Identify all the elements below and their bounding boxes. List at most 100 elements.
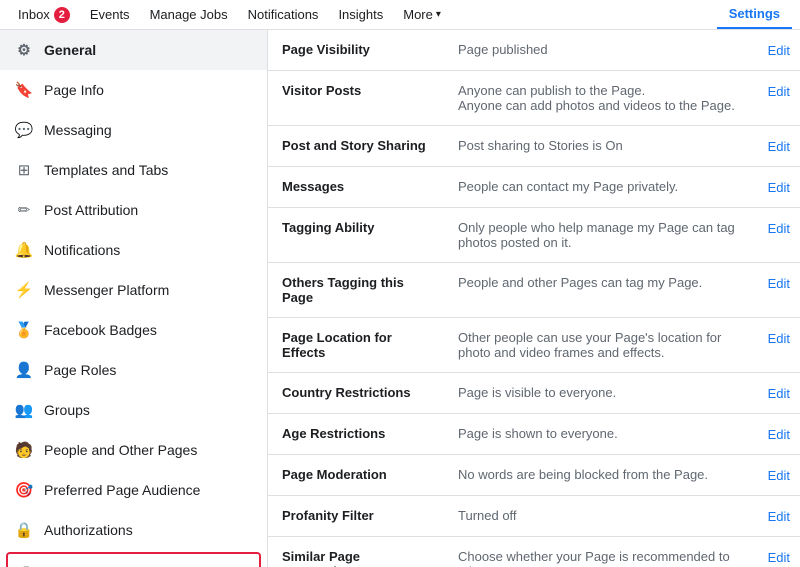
setting-label: Visitor Posts bbox=[268, 71, 448, 126]
sidebar-item-label: Page Info bbox=[44, 82, 104, 98]
notifications-icon: 🔔 bbox=[14, 240, 34, 260]
inbox-label: Inbox bbox=[18, 7, 50, 22]
notifications-label: Notifications bbox=[248, 7, 319, 22]
facebook-badges-icon: 🏅 bbox=[14, 320, 34, 340]
events-nav-item[interactable]: Events bbox=[80, 0, 140, 29]
edit-button[interactable]: Edit bbox=[768, 386, 790, 401]
sidebar-item-notifications[interactable]: 🔔 Notifications bbox=[0, 230, 267, 270]
edit-button[interactable]: Edit bbox=[768, 276, 790, 291]
messaging-icon: 💬 bbox=[14, 120, 34, 140]
manage-jobs-nav-item[interactable]: Manage Jobs bbox=[140, 0, 238, 29]
messenger-platform-icon: ⚡ bbox=[14, 280, 34, 300]
sidebar-item-label: Preferred Page Audience bbox=[44, 482, 200, 498]
sidebar-item-messenger-platform[interactable]: ⚡Messenger Platform bbox=[0, 270, 267, 310]
edit-button[interactable]: Edit bbox=[768, 139, 790, 154]
sidebar: ⚙ General 🔖Page Info 💬 Messaging ⊞ Templates a… bbox=[0, 30, 268, 567]
sidebar-item-label: Facebook Badges bbox=[44, 322, 157, 338]
setting-label: Tagging Ability bbox=[268, 208, 448, 263]
sidebar-item-page-info[interactable]: 🔖Page Info bbox=[0, 70, 267, 110]
table-row: Profanity FilterTurned off Edit bbox=[268, 496, 800, 537]
table-row: Post and Story SharingPost sharing to St… bbox=[268, 126, 800, 167]
sidebar-item-groups[interactable]: 👥 Groups bbox=[0, 390, 267, 430]
table-row: MessagesPeople can contact my Page priva… bbox=[268, 167, 800, 208]
templates-tabs-icon: ⊞ bbox=[14, 160, 34, 180]
more-chevron-icon: ▾ bbox=[436, 9, 441, 20]
table-row: Visitor PostsAnyone can publish to the P… bbox=[268, 71, 800, 126]
setting-value: Other people can use your Page's locatio… bbox=[448, 318, 758, 373]
table-row: Page Location for EffectsOther people ca… bbox=[268, 318, 800, 373]
table-row: Similar Page SuggestionsChoose whether y… bbox=[268, 537, 800, 567]
setting-label: Profanity Filter bbox=[268, 496, 448, 537]
setting-value: Turned off bbox=[448, 496, 758, 537]
table-row: Country RestrictionsPage is visible to e… bbox=[268, 373, 800, 414]
sidebar-item-post-attribution[interactable]: ✏ Post Attribution bbox=[0, 190, 267, 230]
post-attribution-icon: ✏ bbox=[14, 200, 34, 220]
edit-button[interactable]: Edit bbox=[768, 84, 790, 99]
edit-button[interactable]: Edit bbox=[768, 331, 790, 346]
sidebar-item-facebook-badges[interactable]: 🏅 Facebook Badges bbox=[0, 310, 267, 350]
sidebar-item-label: Templates and Tabs bbox=[44, 162, 168, 178]
people-other-pages-icon: 🧑 bbox=[14, 440, 34, 460]
sidebar-item-label: Messaging bbox=[44, 122, 112, 138]
insights-label: Insights bbox=[338, 7, 383, 22]
notifications-nav-item[interactable]: Notifications bbox=[238, 0, 329, 29]
setting-value: Page published bbox=[448, 30, 758, 71]
branded-content-icon: ♻ bbox=[16, 562, 36, 567]
edit-button[interactable]: Edit bbox=[768, 509, 790, 524]
sidebar-item-page-roles[interactable]: 👤Page Roles bbox=[0, 350, 267, 390]
setting-value: Only people who help manage my Page can … bbox=[448, 208, 758, 263]
sidebar-item-branded-content[interactable]: ♻Branded Content→ bbox=[6, 552, 261, 567]
setting-value: Choose whether your Page is recommended … bbox=[448, 537, 758, 567]
table-row: Page VisibilityPage published Edit bbox=[268, 30, 800, 71]
edit-button[interactable]: Edit bbox=[768, 427, 790, 442]
manage-jobs-label: Manage Jobs bbox=[150, 7, 228, 22]
sidebar-item-templates-tabs[interactable]: ⊞ Templates and Tabs bbox=[0, 150, 267, 190]
sidebar-item-messaging[interactable]: 💬 Messaging bbox=[0, 110, 267, 150]
setting-label: Post and Story Sharing bbox=[268, 126, 448, 167]
sidebar-item-preferred-page-audience[interactable]: 🎯 Preferred Page Audience bbox=[0, 470, 267, 510]
settings-nav-item[interactable]: Settings bbox=[717, 0, 792, 29]
general-icon: ⚙ bbox=[14, 40, 34, 60]
more-label: More bbox=[403, 7, 433, 22]
content-area: Page VisibilityPage publishedEditVisitor… bbox=[268, 30, 800, 567]
setting-value: Anyone can publish to the Page.Anyone ca… bbox=[448, 71, 758, 126]
setting-label: Similar Page Suggestions bbox=[268, 537, 448, 567]
sidebar-item-label: Post Attribution bbox=[44, 202, 138, 218]
setting-label: Age Restrictions bbox=[268, 414, 448, 455]
edit-button[interactable]: Edit bbox=[768, 550, 790, 565]
more-nav-item[interactable]: More ▾ bbox=[393, 0, 451, 29]
authorizations-icon: 🔒 bbox=[14, 520, 34, 540]
table-row: Age RestrictionsPage is shown to everyon… bbox=[268, 414, 800, 455]
setting-label: Page Moderation bbox=[268, 455, 448, 496]
inbox-badge: 2 bbox=[54, 7, 70, 23]
sidebar-item-people-other-pages[interactable]: 🧑 People and Other Pages bbox=[0, 430, 267, 470]
setting-value: No words are being blocked from the Page… bbox=[448, 455, 758, 496]
groups-icon: 👥 bbox=[14, 400, 34, 420]
insights-nav-item[interactable]: Insights bbox=[328, 0, 393, 29]
inbox-nav-item[interactable]: Inbox 2 bbox=[8, 0, 80, 29]
sidebar-item-label: Groups bbox=[44, 402, 90, 418]
sidebar-item-label: General bbox=[44, 42, 96, 58]
setting-label: Others Tagging this Page bbox=[268, 263, 448, 318]
setting-label: Page Location for Effects bbox=[268, 318, 448, 373]
main-layout: ⚙ General 🔖Page Info 💬 Messaging ⊞ Templates a… bbox=[0, 30, 800, 567]
setting-value: People and other Pages can tag my Page. bbox=[448, 263, 758, 318]
setting-label: Messages bbox=[268, 167, 448, 208]
edit-button[interactable]: Edit bbox=[768, 43, 790, 58]
setting-label: Page Visibility bbox=[268, 30, 448, 71]
settings-table: Page VisibilityPage publishedEditVisitor… bbox=[268, 30, 800, 567]
table-row: Tagging AbilityOnly people who help mana… bbox=[268, 208, 800, 263]
edit-button[interactable]: Edit bbox=[768, 180, 790, 195]
events-label: Events bbox=[90, 7, 130, 22]
sidebar-item-label: Notifications bbox=[44, 242, 120, 258]
sidebar-item-authorizations[interactable]: 🔒 Authorizations bbox=[0, 510, 267, 550]
top-navigation: Inbox 2 Events Manage Jobs Notifications… bbox=[0, 0, 800, 30]
sidebar-item-general[interactable]: ⚙ General bbox=[0, 30, 267, 70]
settings-label: Settings bbox=[729, 6, 780, 21]
edit-button[interactable]: Edit bbox=[768, 468, 790, 483]
sidebar-item-label: People and Other Pages bbox=[44, 442, 197, 458]
edit-button[interactable]: Edit bbox=[768, 221, 790, 236]
setting-value: People can contact my Page privately. bbox=[448, 167, 758, 208]
preferred-page-audience-icon: 🎯 bbox=[14, 480, 34, 500]
sidebar-item-label: Authorizations bbox=[44, 522, 133, 538]
